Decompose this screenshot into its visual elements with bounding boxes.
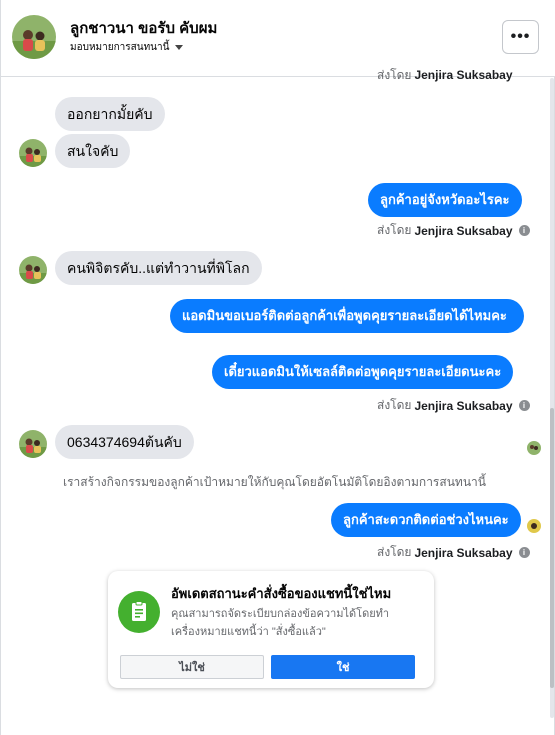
outgoing-message[interactable]: ลูกค้าอยู่จังหวัดอะไรคะ [368,183,522,217]
card-description: คุณสามารถจัดระเบียบกล่องข้อความได้โดยทำเ… [171,608,390,638]
sent-by-label: ส่งโดย Jenjira Suksabay [377,68,513,82]
sent-by-label: ส่งโดย Jenjira Suksabay i [377,221,530,240]
sent-by-label: ส่งโดย Jenjira Suksabay i [377,396,530,415]
sent-by-prefix: ส่งโดย [377,223,412,237]
yes-button[interactable]: ใช่ [271,655,415,679]
incoming-message[interactable]: ออกยากมั้ยคับ [55,97,165,131]
clipboard-icon [118,591,160,633]
outgoing-message[interactable]: ลูกค้าสะดวกติดต่อช่วงไหนคะ [331,503,521,537]
assign-conversation-label: มอบหมายการสนทนานี้ [70,42,170,53]
read-receipt-avatar [527,519,541,533]
lead-activity-notice: เราสร้างกิจกรรมของลูกค้าเป้าหมายให้กับคุ… [63,475,486,489]
conversation-header: ลูกชาวนา ขอรับ คับผม มอบหมายการสนทนานี้ … [1,0,555,77]
sent-by-prefix: ส่งโดย [377,398,412,412]
contact-avatar[interactable] [12,15,56,59]
contact-avatar-small [19,139,47,167]
contact-avatar-small [19,256,47,284]
conversation-panel: ลูกชาวนา ขอรับ คับผม มอบหมายการสนทนานี้ … [0,0,555,735]
ellipsis-icon: ••• [510,28,531,45]
sent-by-name: Jenjira Suksabay [414,223,513,238]
sent-by-name: Jenjira Suksabay [414,68,513,82]
scrollbar-thumb[interactable] [550,408,554,688]
info-icon[interactable]: i [518,547,530,558]
contact-avatar-small [19,430,47,458]
incoming-message[interactable]: คนพิจิตรคับ..แต่ทำวานที่พิโลก [55,251,262,285]
sent-by-prefix: ส่งโดย [377,545,412,559]
incoming-message[interactable]: สนใจคับ [55,134,131,168]
info-icon[interactable]: i [518,400,530,411]
outgoing-message[interactable]: เดี๋ยวแอดมินให้เซลล์ติดต่อพูดคุยรายละเอี… [212,355,514,389]
more-options-button[interactable]: ••• [502,20,539,54]
sent-by-prefix: ส่งโดย [377,68,412,82]
caret-down-icon [175,45,184,50]
outgoing-message[interactable]: แอดมินขอเบอร์ติดต่อลูกค้าเพื่อพูดคุยรายล… [170,299,524,333]
info-icon[interactable]: i [518,225,530,236]
contact-name: ลูกชาวนา ขอรับ คับผม [70,20,218,37]
sent-by-name: Jenjira Suksabay [414,398,513,413]
sent-by-label: ส่งโดย Jenjira Suksabay i [377,543,530,562]
card-title: อัพเดตสถานะคำสั่งซื้อของแชทนี้ใช่ไหม [171,586,392,601]
order-status-card: อัพเดตสถานะคำสั่งซื้อของแชทนี้ใช่ไหม คุณ… [108,571,434,688]
assign-conversation-dropdown[interactable]: มอบหมายการสนทนานี้ [70,40,184,55]
read-receipt-avatar [527,441,541,455]
no-button[interactable]: ไม่ใช่ [120,655,264,679]
sent-by-name: Jenjira Suksabay [414,545,513,560]
scrollbar-track[interactable] [550,78,554,718]
incoming-message[interactable]: 0634374694ต้นคับ [55,425,194,459]
